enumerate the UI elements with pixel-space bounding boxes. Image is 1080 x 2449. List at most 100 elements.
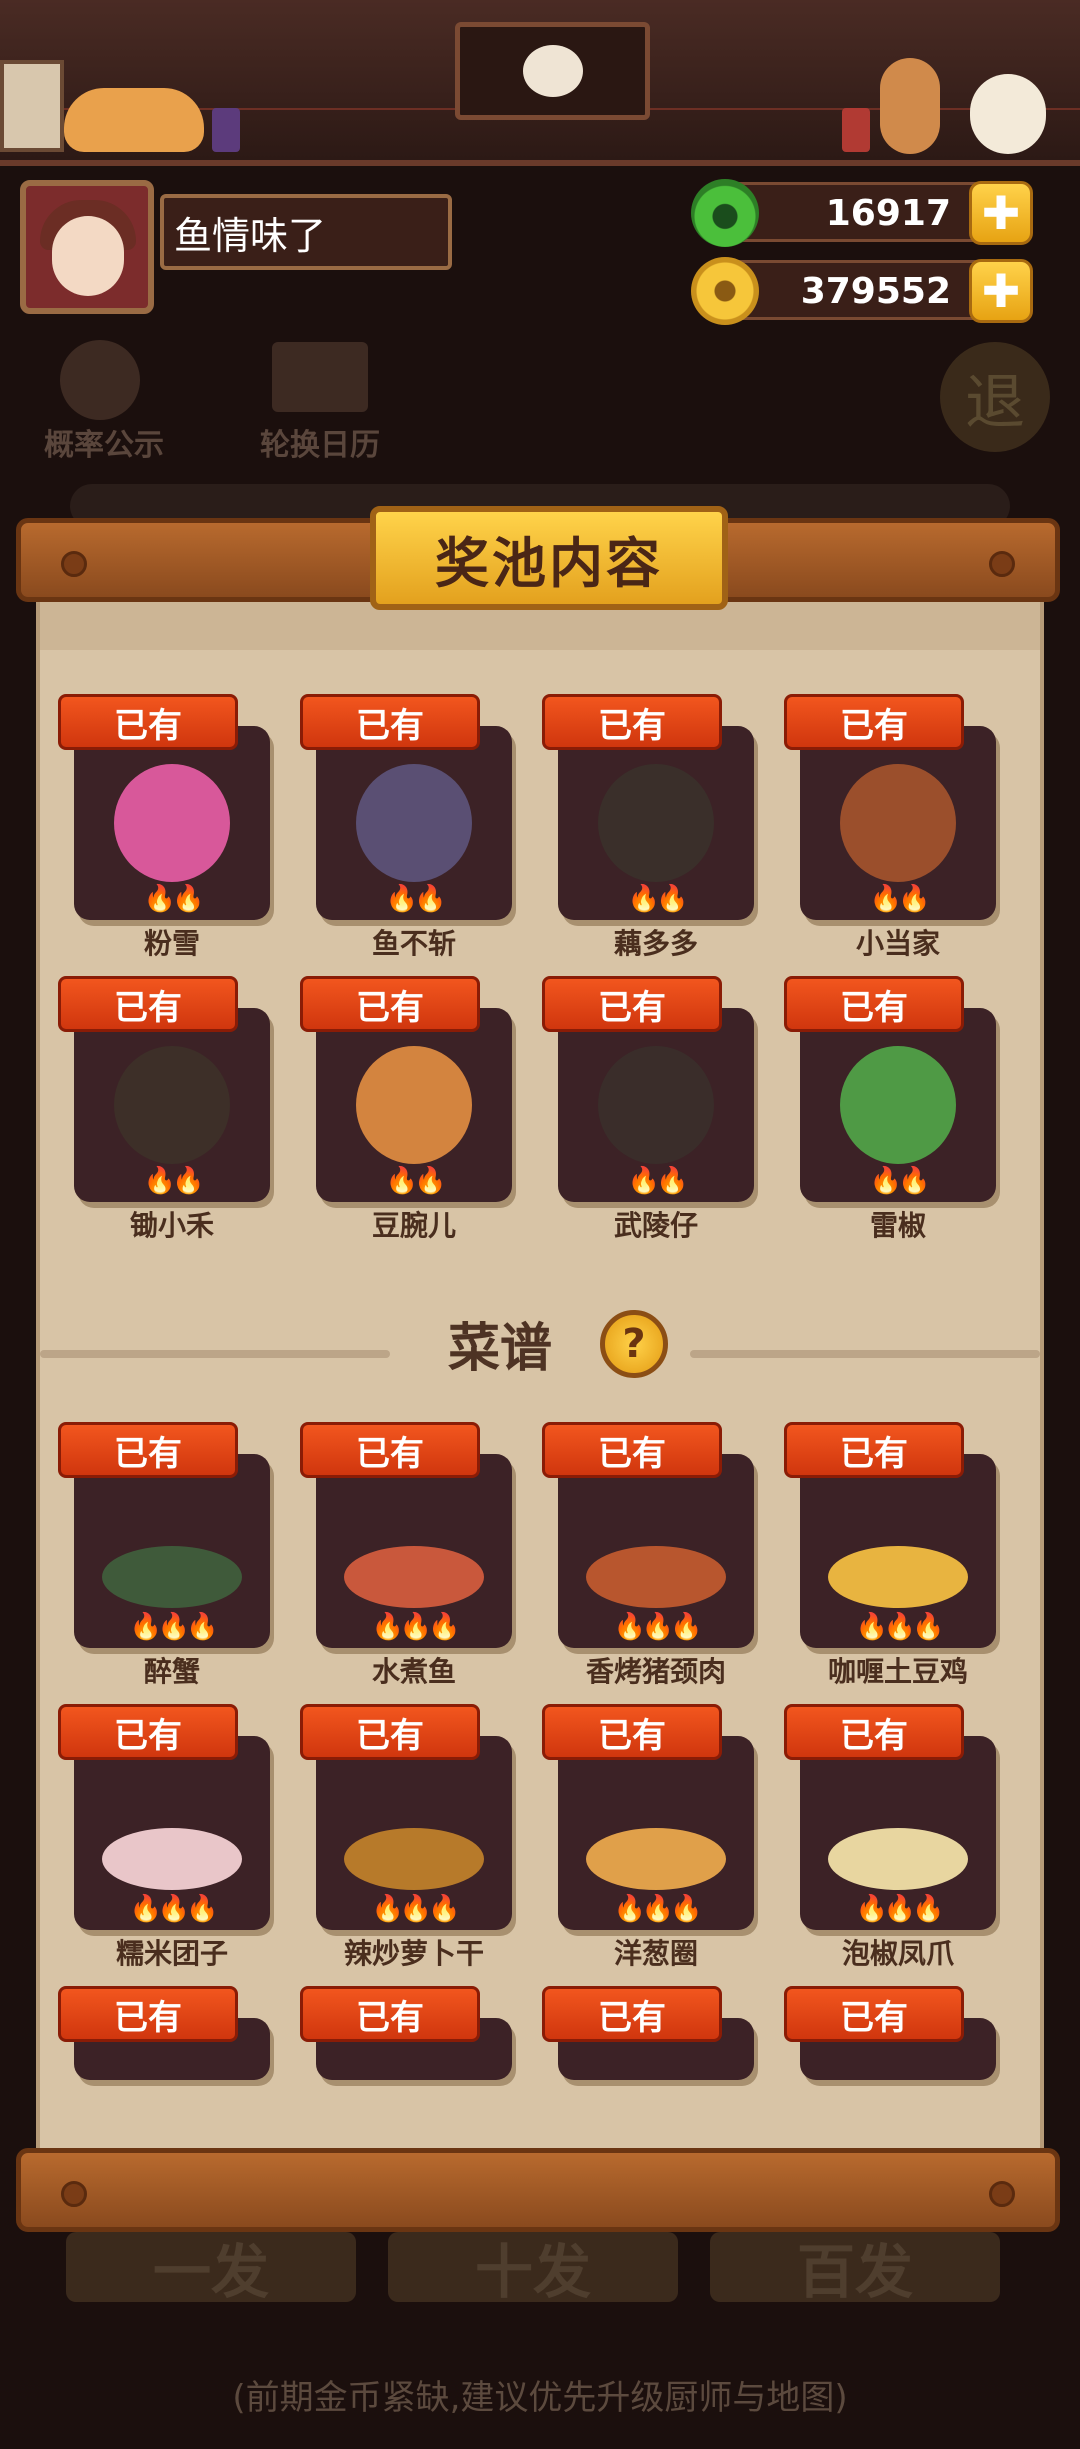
card-frame: 🔥🔥🔥: [74, 1736, 270, 1930]
pool-title: 奖池内容: [370, 506, 728, 610]
add-coin-button[interactable]: ✚: [969, 259, 1033, 323]
dish-image: [344, 1546, 484, 1608]
dish-image: [102, 1546, 242, 1608]
recipe-name: 泡椒凤爪: [841, 1937, 954, 1970]
dish-image: [102, 1828, 242, 1890]
owned-badge: 已有: [300, 976, 480, 1032]
hanging-banner: [455, 22, 650, 120]
flame-rating-icon: 🔥🔥: [143, 884, 205, 914]
chef-portrait: [598, 1046, 714, 1164]
flame-rating-icon: 🔥🔥🔥: [129, 1612, 218, 1642]
recipes-title: 菜谱: [448, 1319, 553, 1379]
owned-badge: 已有: [784, 694, 964, 750]
recipe-name: 香烤猪颈肉: [585, 1655, 726, 1688]
chef-card[interactable]: 🔥🔥 已有 雷椒: [784, 976, 996, 1242]
recipe-card[interactable]: 🔥🔥🔥 已有泡椒凤爪: [784, 1704, 996, 1970]
calendar-button: 轮换日历: [260, 428, 380, 463]
recipe-name: 糯米团子: [115, 1937, 228, 1970]
bottom-hint: (前期金币紧缺,建议优先升级厨师与地图): [232, 2378, 848, 2418]
flame-rating-icon: 🔥🔥🔥: [855, 1894, 944, 1924]
draw-once-button: 一发: [66, 2232, 356, 2306]
chef-portrait: [356, 764, 472, 882]
recipe-name: 洋葱圈: [613, 1937, 698, 1970]
flame-rating-icon: 🔥🔥: [869, 884, 931, 914]
orange-cat-decoration: [64, 88, 204, 152]
chef-portrait: [114, 1046, 230, 1164]
chef-portrait: [598, 764, 714, 882]
dish-image: [344, 1828, 484, 1890]
rod-knob: [989, 2181, 1015, 2207]
chef-card[interactable]: 🔥🔥 已有鱼不斩: [300, 694, 512, 960]
raccoon-icon: [522, 45, 583, 97]
avatar-face: [52, 216, 124, 296]
jade-icon: [691, 179, 759, 247]
card-frame: 🔥🔥🔥: [800, 1736, 996, 1930]
coin-icon: [691, 257, 759, 325]
chef-card[interactable]: 🔥🔥 已有 豆腕儿: [300, 976, 512, 1242]
character-decoration: [880, 58, 940, 154]
divider-line: [40, 1350, 390, 1358]
jar-decoration: [212, 108, 240, 152]
chef-card[interactable]: 🔥🔥 已有 武陵仔: [542, 976, 754, 1242]
flame-rating-icon: 🔥🔥🔥: [855, 1612, 944, 1642]
owned-badge: 已有: [784, 1422, 964, 1478]
chef-card[interactable]: 🔥🔥 已有 粉雪: [58, 694, 270, 960]
calendar-icon: [272, 342, 368, 412]
flame-rating-icon: 🔥🔥🔥: [613, 1894, 702, 1924]
recipe-card[interactable]: 🔥🔥🔥 已有洋葱圈: [542, 1704, 754, 1970]
coin-counter: 379552 ✚: [691, 257, 1033, 325]
owned-badge: 已有: [542, 694, 722, 750]
divider-line: [690, 1350, 1040, 1358]
recipe-name: 醉蟹: [143, 1655, 200, 1688]
player-avatar[interactable]: [20, 180, 154, 314]
flame-rating-icon: 🔥🔥: [385, 884, 447, 914]
card-frame: 🔥🔥: [316, 726, 512, 920]
owned-badge: 已有: [300, 1422, 480, 1478]
owned-badge: 已有: [58, 694, 238, 750]
card-frame: 🔥🔥: [316, 1008, 512, 1202]
help-icon[interactable]: ?: [600, 1310, 668, 1378]
chef-card[interactable]: 🔥🔥 已有 藕多多: [542, 694, 754, 960]
card-frame: 🔥🔥🔥: [316, 1454, 512, 1648]
card-frame: 🔥🔥: [74, 1008, 270, 1202]
owned-badge: 已有: [300, 1704, 480, 1760]
card-frame: 🔥🔥🔥: [558, 1454, 754, 1648]
owned-badge: 已有: [784, 1704, 964, 1760]
card-frame: 🔥🔥: [800, 1008, 996, 1202]
draw-hundred-button: 百发: [710, 2232, 1000, 2306]
jade-counter: 16917 ✚: [691, 179, 1033, 247]
dish-image: [586, 1828, 726, 1890]
owned-badge: 已有: [300, 694, 480, 750]
add-jade-button[interactable]: ✚: [969, 181, 1033, 245]
dish-image: [586, 1546, 726, 1608]
recipe-card[interactable]: 🔥🔥🔥 已有 糯米团子: [58, 1704, 270, 1970]
flame-rating-icon: 🔥🔥: [143, 1166, 205, 1196]
jade-value: 16917: [825, 193, 951, 234]
rod-knob: [989, 551, 1015, 577]
recipe-card[interactable]: 🔥🔥🔥 已有 咖喱土豆鸡: [784, 1422, 996, 1688]
chef-portrait: [840, 764, 956, 882]
flame-rating-icon: 🔥🔥: [627, 884, 689, 914]
dish-image: [828, 1828, 968, 1890]
card-frame: 🔥🔥🔥: [800, 1454, 996, 1648]
paw-frame-decoration: [0, 60, 64, 152]
chef-name: 鱼不斩: [371, 927, 456, 960]
chef-card[interactable]: 🔥🔥 已有 小当家: [784, 694, 996, 960]
recipe-card[interactable]: 🔥🔥🔥 已有 水煮鱼: [300, 1422, 512, 1688]
odds-button: 概率公示: [44, 428, 164, 463]
recipe-name: 辣炒萝卜干: [343, 1937, 484, 1970]
recipe-card[interactable]: 🔥🔥🔥 已有 香烤猪颈肉: [542, 1422, 754, 1688]
flame-rating-icon: 🔥🔥: [385, 1166, 447, 1196]
odds-icon: [60, 340, 140, 420]
owned-badge: 已有: [542, 1704, 722, 1760]
jar-decoration: [842, 108, 870, 152]
coin-value: 379552: [800, 271, 951, 312]
card-frame: 🔥🔥🔥: [316, 1736, 512, 1930]
card-frame: 🔥🔥🔥: [558, 1736, 754, 1930]
chef-name: 武陵仔: [613, 1209, 698, 1242]
recipe-card[interactable]: 🔥🔥🔥 已有辣炒萝卜干: [300, 1704, 512, 1970]
recipe-card[interactable]: 🔥🔥🔥 已有 醉蟹: [58, 1422, 270, 1688]
flame-rating-icon: 🔥🔥: [869, 1166, 931, 1196]
owned-badge: 已有: [784, 1986, 964, 2042]
chef-card[interactable]: 🔥🔥 已有 锄小禾: [58, 976, 270, 1242]
